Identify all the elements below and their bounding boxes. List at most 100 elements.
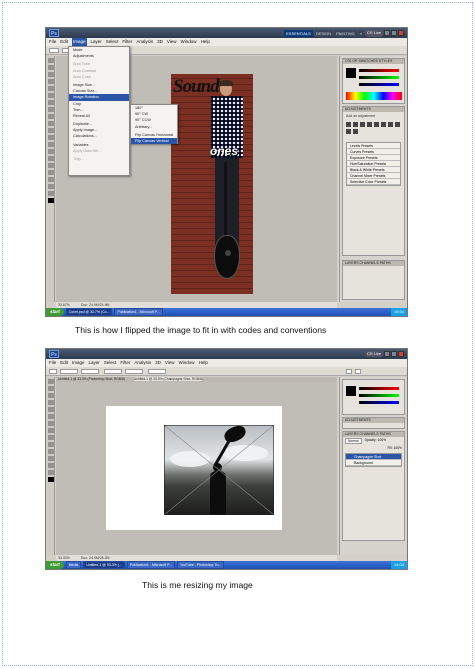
maximize-icon[interactable]	[391, 351, 397, 357]
tab-layers[interactable]: LAYERS	[345, 432, 359, 436]
lasso-tool-icon[interactable]	[48, 393, 54, 398]
workspace-painting[interactable]: PAINTING	[334, 29, 357, 37]
tab-paths[interactable]: PATHS	[380, 432, 391, 436]
cs-live-button[interactable]: CS Live	[364, 351, 383, 357]
doc-tab-1[interactable]: Untitled-1 @ 33.3% (Photoshop Shot, RGB/…	[58, 377, 125, 381]
eyedropper-tool-icon[interactable]	[48, 414, 54, 419]
y-position-field[interactable]	[81, 369, 99, 374]
type-tool-icon[interactable]	[48, 163, 54, 168]
zoom-tool-icon[interactable]	[48, 191, 54, 196]
menu-layer[interactable]: Layer	[89, 359, 100, 367]
commit-transform-icon[interactable]	[355, 369, 361, 374]
start-button[interactable]: start	[46, 561, 64, 569]
start-button[interactable]: start	[46, 308, 64, 316]
menu-window[interactable]: Window	[179, 359, 195, 367]
curves-icon[interactable]	[360, 122, 365, 127]
menu-item-trap[interactable]: Trap...	[69, 156, 129, 162]
blue-slider[interactable]	[359, 401, 399, 404]
quick-select-tool-icon[interactable]	[48, 79, 54, 84]
taskbar-item-publisher[interactable]: Publication1 - Microsoft P...	[114, 308, 163, 316]
red-slider[interactable]	[359, 69, 399, 72]
type-tool-icon[interactable]	[48, 463, 54, 468]
menu-help[interactable]: Help	[201, 38, 210, 46]
lasso-tool-icon[interactable]	[48, 72, 54, 77]
menu-analysis[interactable]: Analysis	[136, 38, 153, 46]
menu-file[interactable]: File	[49, 38, 56, 46]
close-icon[interactable]	[398, 29, 404, 36]
hand-tool-icon[interactable]	[48, 470, 54, 475]
green-slider[interactable]	[359, 394, 399, 397]
tab-adjustments[interactable]: ADJUSTMENTS	[343, 418, 404, 423]
menu-edit[interactable]: Edit	[60, 359, 68, 367]
tool-preset-picker[interactable]	[49, 48, 59, 53]
cs-live-button[interactable]: CS Live	[364, 29, 383, 37]
stamp-tool-icon[interactable]	[48, 435, 54, 440]
healing-tool-icon[interactable]	[48, 100, 54, 105]
path-select-tool-icon[interactable]	[48, 170, 54, 175]
menu-analysis[interactable]: Analysis	[134, 359, 151, 367]
menu-view[interactable]: View	[165, 359, 175, 367]
opacity-field[interactable]: Opacity: 100%	[365, 438, 386, 444]
brush-tool-icon[interactable]	[48, 107, 54, 112]
foreground-swatch[interactable]	[346, 386, 356, 396]
transform-bounding-box[interactable]	[164, 425, 274, 515]
marquee-tool-icon[interactable]	[48, 386, 54, 391]
tab-paths[interactable]: PATHS	[380, 261, 391, 265]
tab-channels[interactable]: CHANNELS	[360, 432, 379, 436]
color-balance-icon[interactable]	[388, 122, 393, 127]
brush-tool-icon[interactable]	[48, 428, 54, 433]
foreground-swatch[interactable]	[346, 68, 356, 78]
menu-window[interactable]: Window	[181, 38, 197, 46]
tab-color[interactable]: COLOR	[345, 59, 357, 63]
menu-view[interactable]: View	[167, 38, 177, 46]
crop-tool-icon[interactable]	[48, 407, 54, 412]
width-field[interactable]	[104, 369, 122, 374]
zoom-level[interactable]: 33.33%	[58, 556, 70, 560]
taskbar-item-youtube[interactable]: YouTube - Photoshop Tu...	[176, 561, 225, 569]
maximize-icon[interactable]	[391, 29, 397, 36]
menu-filter[interactable]: Filter	[120, 359, 130, 367]
tab-channels[interactable]: CHANNELS	[360, 261, 379, 265]
history-brush-tool-icon[interactable]	[48, 121, 54, 126]
pen-tool-icon[interactable]	[48, 456, 54, 461]
move-tool-icon[interactable]	[48, 58, 54, 63]
menu-image[interactable]: Image	[72, 359, 85, 367]
reference-point-icon[interactable]	[49, 369, 57, 374]
channel-mixer-icon[interactable]	[353, 129, 358, 134]
healing-tool-icon[interactable]	[48, 421, 54, 426]
quick-select-tool-icon[interactable]	[48, 400, 54, 405]
move-tool-icon[interactable]	[48, 379, 54, 384]
vibrance-icon[interactable]	[374, 122, 379, 127]
blend-mode-select[interactable]: Normal	[345, 438, 362, 444]
minimize-icon[interactable]	[384, 351, 390, 357]
workspace-more[interactable]: »	[357, 29, 364, 37]
blur-tool-icon[interactable]	[48, 142, 54, 147]
shape-tool-icon[interactable]	[48, 177, 54, 182]
stamp-tool-icon[interactable]	[48, 114, 54, 119]
champagne-shot-photo[interactable]	[164, 425, 274, 515]
green-slider[interactable]	[359, 76, 399, 79]
zoom-level[interactable]: 33.67%	[58, 303, 70, 307]
pen-tool-icon[interactable]	[48, 156, 54, 161]
dodge-tool-icon[interactable]	[48, 149, 54, 154]
workspace-essentials[interactable]: ESSENTIALS	[284, 29, 313, 37]
taskbar-item-photoshop[interactable]: Untitled-1 @ 33.3% (...	[83, 561, 125, 569]
eraser-tool-icon[interactable]	[48, 442, 54, 447]
blue-slider[interactable]	[359, 83, 399, 86]
menu-3d[interactable]: 3D	[157, 38, 163, 46]
marquee-tool-icon[interactable]	[48, 65, 54, 70]
workspace-design[interactable]: DESIGN	[313, 29, 334, 37]
submenu-item-flip-vertical[interactable]: Flip Canvas Vertical	[131, 137, 177, 145]
taskbar-item-photoshop[interactable]: Cover.psd @ 33.7% (Co...	[65, 308, 113, 316]
menu-layer[interactable]: Layer	[91, 38, 102, 46]
hue-saturation-icon[interactable]	[381, 122, 386, 127]
menu-select[interactable]: Select	[104, 359, 117, 367]
height-field[interactable]	[125, 369, 143, 374]
menu-image[interactable]: Image	[72, 38, 87, 46]
menu-3d[interactable]: 3D	[155, 359, 161, 367]
hand-tool-icon[interactable]	[48, 184, 54, 189]
taskbar-item-publisher[interactable]: Publication1 - Microsoft P...	[126, 561, 175, 569]
eyedropper-tool-icon[interactable]	[48, 93, 54, 98]
menu-edit[interactable]: Edit	[60, 38, 68, 46]
tab-styles[interactable]: STYLES	[379, 59, 392, 63]
